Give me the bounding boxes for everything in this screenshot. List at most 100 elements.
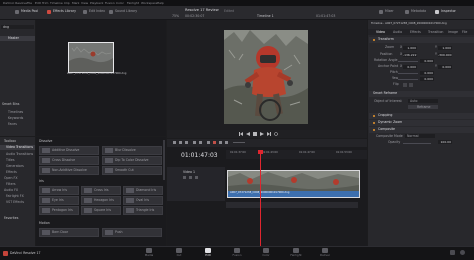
playhead-handle[interactable] — [257, 150, 263, 154]
fx-cross-iris[interactable]: Cross Iris — [81, 186, 121, 195]
fx-square-iris[interactable]: Square Iris — [81, 206, 121, 215]
clip-keyframe-bar[interactable] — [226, 202, 358, 208]
tab-audio[interactable]: Audio — [393, 30, 402, 34]
metadata-button[interactable]: Metadata — [405, 10, 426, 14]
position-x-field[interactable]: -136.222 — [403, 52, 417, 57]
play-reverse-icon[interactable] — [246, 132, 250, 136]
reframe-button[interactable]: Reframe — [408, 105, 438, 109]
fx-arrow-iris[interactable]: Arrow Iris — [39, 186, 79, 195]
section-composite[interactable]: Composite — [369, 127, 474, 133]
yaw-slider[interactable] — [398, 79, 418, 80]
effects-library-button[interactable]: Effects Library — [47, 10, 76, 14]
menu-app[interactable]: DaVinci Resolve — [3, 1, 27, 5]
rotation-slider[interactable] — [398, 61, 418, 62]
page-cut[interactable]: Cut — [169, 247, 189, 258]
position-y-field[interactable]: -309.000 — [438, 52, 452, 57]
trim-tool-icon[interactable] — [179, 141, 182, 144]
tab-video[interactable]: Video — [376, 30, 385, 34]
menu-file[interactable]: File — [27, 1, 32, 5]
category-video-transitions[interactable]: Video Transitions — [0, 145, 35, 150]
marker-icon[interactable] — [225, 141, 228, 144]
fx-hexagon-iris[interactable]: Hexagon Iris — [81, 196, 121, 205]
menu-fairlight[interactable]: Fairlight — [127, 1, 139, 5]
bin-master[interactable]: Master — [0, 36, 35, 41]
favorites-title[interactable]: Favorites — [4, 216, 18, 220]
fx-triangle-iris[interactable]: Triangle Iris — [123, 206, 163, 215]
lock-icon[interactable] — [183, 176, 186, 179]
edit-index-button[interactable]: Edit Index — [83, 10, 105, 14]
toolbox-title[interactable]: Toolbox — [4, 139, 16, 143]
category-generators[interactable]: Generators — [6, 164, 24, 168]
snapping-icon[interactable] — [207, 141, 210, 144]
tab-file[interactable]: File — [462, 30, 467, 34]
fx-diamond-iris[interactable]: Diamond Iris — [123, 186, 163, 195]
media-pool-button[interactable]: Media Pool — [15, 10, 38, 14]
loop-icon[interactable] — [274, 132, 278, 136]
playhead[interactable] — [257, 150, 263, 246]
menu-edit[interactable]: Edit — [35, 1, 41, 5]
category-effects[interactable]: Effects — [6, 170, 17, 174]
fx-push[interactable]: Push — [102, 228, 162, 237]
category-audio-transitions[interactable]: Audio Transitions — [6, 152, 33, 156]
yaw-field[interactable]: 0.000 — [420, 76, 434, 81]
menu-timeline[interactable]: Timeline — [50, 1, 63, 5]
menu-playback[interactable]: Playback — [90, 1, 103, 5]
fx-blur-dissolve[interactable]: Blur Dissolve — [102, 146, 162, 155]
smart-bin-faces[interactable]: Faces — [8, 122, 17, 126]
selection-tool-icon[interactable] — [173, 141, 176, 144]
fx-non-additive-dissolve[interactable]: Non-Additive Dissolve — [39, 166, 99, 175]
page-color[interactable]: Color — [256, 247, 276, 258]
page-edit[interactable]: Edit — [198, 247, 218, 258]
section-dynamic-zoom[interactable]: Dynamic Zoom — [369, 120, 474, 126]
composite-mode-select[interactable]: Normal — [405, 134, 435, 138]
fx-cross-dissolve[interactable]: Cross Dissolve — [39, 156, 99, 165]
flip-horizontal-icon[interactable] — [403, 82, 407, 87]
category-open-fx[interactable]: Open FX — [4, 176, 18, 180]
section-enable-icon[interactable] — [373, 129, 375, 131]
category-filters[interactable]: Filters — [6, 182, 16, 186]
tab-transition[interactable]: Transition — [428, 30, 443, 34]
inspector-button[interactable]: Inspector — [435, 10, 456, 14]
timeline-name[interactable]: Timeline 1 — [257, 14, 274, 18]
pitch-slider[interactable] — [398, 73, 418, 74]
menu-view[interactable]: View — [81, 1, 88, 5]
mixer-button[interactable]: Mixer — [379, 10, 394, 14]
timeline-ruler[interactable]: 01:01:37:00 01:01:43:00 01:01:47:00 01:0… — [226, 150, 367, 159]
zoom-x-field[interactable]: 1.000 — [403, 45, 417, 50]
anchor-x-field[interactable]: 0.000 — [403, 64, 417, 69]
section-enable-icon[interactable] — [373, 115, 375, 117]
sound-library-button[interactable]: Sound Library — [109, 10, 137, 14]
anchor-y-field[interactable]: 0.000 — [438, 64, 452, 69]
effects-scrollbar[interactable] — [163, 140, 165, 180]
insert-clip-icon[interactable] — [193, 141, 196, 144]
stop-icon[interactable] — [253, 132, 257, 136]
overwrite-clip-icon[interactable] — [199, 141, 202, 144]
play-icon[interactable] — [260, 132, 264, 136]
menu-color[interactable]: Color — [116, 1, 124, 5]
page-fusion[interactable]: Fusion — [227, 247, 247, 258]
settings-gear-icon[interactable] — [460, 250, 465, 255]
page-fairlight[interactable]: Fairlight — [286, 247, 306, 258]
smart-bin-timelines[interactable]: Timelines — [8, 110, 23, 114]
menu-workspace[interactable]: Workspace — [141, 1, 157, 5]
skip-back-icon[interactable] — [239, 132, 243, 136]
linked-selection-icon[interactable] — [213, 141, 216, 144]
tab-image[interactable]: Image — [448, 30, 458, 34]
section-cropping[interactable]: Cropping — [369, 113, 474, 119]
fx-smooth-cut[interactable]: Smooth Cut — [102, 166, 162, 175]
rotation-field[interactable]: 0.000 — [420, 58, 434, 63]
home-icon[interactable] — [450, 250, 455, 255]
zoom-y-field[interactable]: 1.000 — [438, 45, 452, 50]
menu-clip[interactable]: Clip — [64, 1, 70, 5]
fx-barn-door[interactable]: Barn Door — [39, 228, 99, 237]
category-fairlight-fx[interactable]: Fairlight FX — [6, 194, 24, 198]
flip-vertical-icon[interactable] — [409, 82, 413, 87]
tab-effects[interactable]: Effects — [410, 30, 421, 34]
timeline-clip[interactable]: A007_07271238_C008_20000001017000.dng — [227, 170, 360, 198]
fx-dip-to-color[interactable]: Dip To Color Dissolve — [102, 156, 162, 165]
search-input[interactable]: dng — [1, 25, 34, 29]
fx-oval-iris[interactable]: Oval Iris — [123, 196, 163, 205]
fx-additive-dissolve[interactable]: Additive Dissolve — [39, 146, 99, 155]
menu-trim[interactable]: Trim — [42, 1, 48, 5]
category-audio-fx[interactable]: Audio FX — [4, 188, 18, 192]
